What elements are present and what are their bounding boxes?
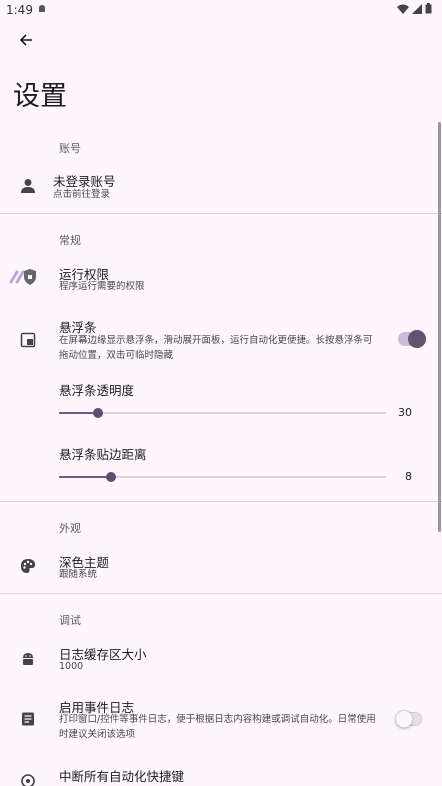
- slider-thumb[interactable]: [106, 472, 116, 482]
- edge-distance-value: 8: [405, 470, 412, 483]
- signal-icon: [412, 3, 422, 17]
- slider-fill: [59, 476, 111, 478]
- shield-icon: [8, 266, 40, 288]
- floating-bar-subtitle: 在屏幕边缘显示悬浮条，滑动展开面板，运行自动化更便捷。长按悬浮条可拖动位置，双击…: [59, 335, 373, 361]
- section-header-account: 账号: [59, 142, 81, 155]
- dark-theme-subtitle: 跟随系统: [59, 569, 98, 580]
- permissions-item[interactable]: 运行权限 程序运行需要的权限: [0, 258, 436, 298]
- opacity-slider[interactable]: [59, 408, 386, 418]
- scrollbar[interactable]: [438, 122, 441, 532]
- interrupt-shortcut-item[interactable]: 中断所有自动化快捷键: [0, 760, 436, 786]
- back-button[interactable]: [12, 28, 40, 56]
- divider: [0, 501, 442, 502]
- opacity-title: 悬浮条透明度: [59, 383, 135, 398]
- status-time: 1:49: [6, 3, 33, 17]
- slider-thumb[interactable]: [93, 408, 103, 418]
- notification-icon: [37, 3, 47, 17]
- android-icon: [17, 648, 39, 670]
- shortcut-icon: [17, 770, 39, 786]
- arrow-back-icon: [18, 32, 34, 52]
- status-bar: 1:49: [0, 0, 442, 20]
- interrupt-title: 中断所有自动化快捷键: [59, 769, 185, 784]
- account-item[interactable]: 未登录账号 点击前往登录: [0, 165, 436, 209]
- event-log-subtitle: 打印窗口/控件等事件日志，便于根据日志内容构建或调试自动化。日常使用时建议关闭该…: [59, 714, 376, 740]
- divider: [0, 593, 442, 594]
- edge-distance-slider[interactable]: [59, 472, 386, 482]
- log-buffer-item[interactable]: 日志缓存区大小 1000: [0, 638, 436, 678]
- wifi-icon: [397, 3, 409, 17]
- person-icon: [17, 175, 39, 197]
- permissions-subtitle: 程序运行需要的权限: [59, 281, 145, 292]
- switch-knob: [395, 710, 413, 728]
- event-log-item[interactable]: 启用事件日志 打印窗口/控件等事件日志，便于根据日志内容构建或调试自动化。日常使…: [0, 695, 436, 747]
- document-icon: [17, 708, 39, 730]
- section-header-general: 常规: [59, 234, 81, 247]
- dark-theme-item[interactable]: 深色主题 跟随系统: [0, 546, 436, 586]
- switch-knob: [408, 330, 426, 348]
- event-log-switch[interactable]: [395, 710, 422, 728]
- opacity-value: 30: [398, 406, 412, 419]
- log-buffer-subtitle: 1000: [59, 661, 84, 672]
- page-title: 设置: [13, 81, 67, 112]
- section-header-debug: 调试: [59, 614, 81, 627]
- floating-window-icon: [17, 329, 39, 351]
- palette-icon: [17, 555, 39, 577]
- account-subtitle: 点击前往登录: [53, 189, 111, 200]
- battery-icon: [425, 3, 432, 17]
- edge-distance-title: 悬浮条贴边距离: [59, 447, 147, 462]
- divider: [0, 213, 442, 214]
- floating-bar-switch[interactable]: [398, 330, 426, 348]
- section-header-appearance: 外观: [59, 522, 81, 535]
- floating-bar-item[interactable]: 悬浮条 在屏幕边缘显示悬浮条，滑动展开面板，运行自动化更便捷。长按悬浮条可拖动位…: [0, 314, 436, 366]
